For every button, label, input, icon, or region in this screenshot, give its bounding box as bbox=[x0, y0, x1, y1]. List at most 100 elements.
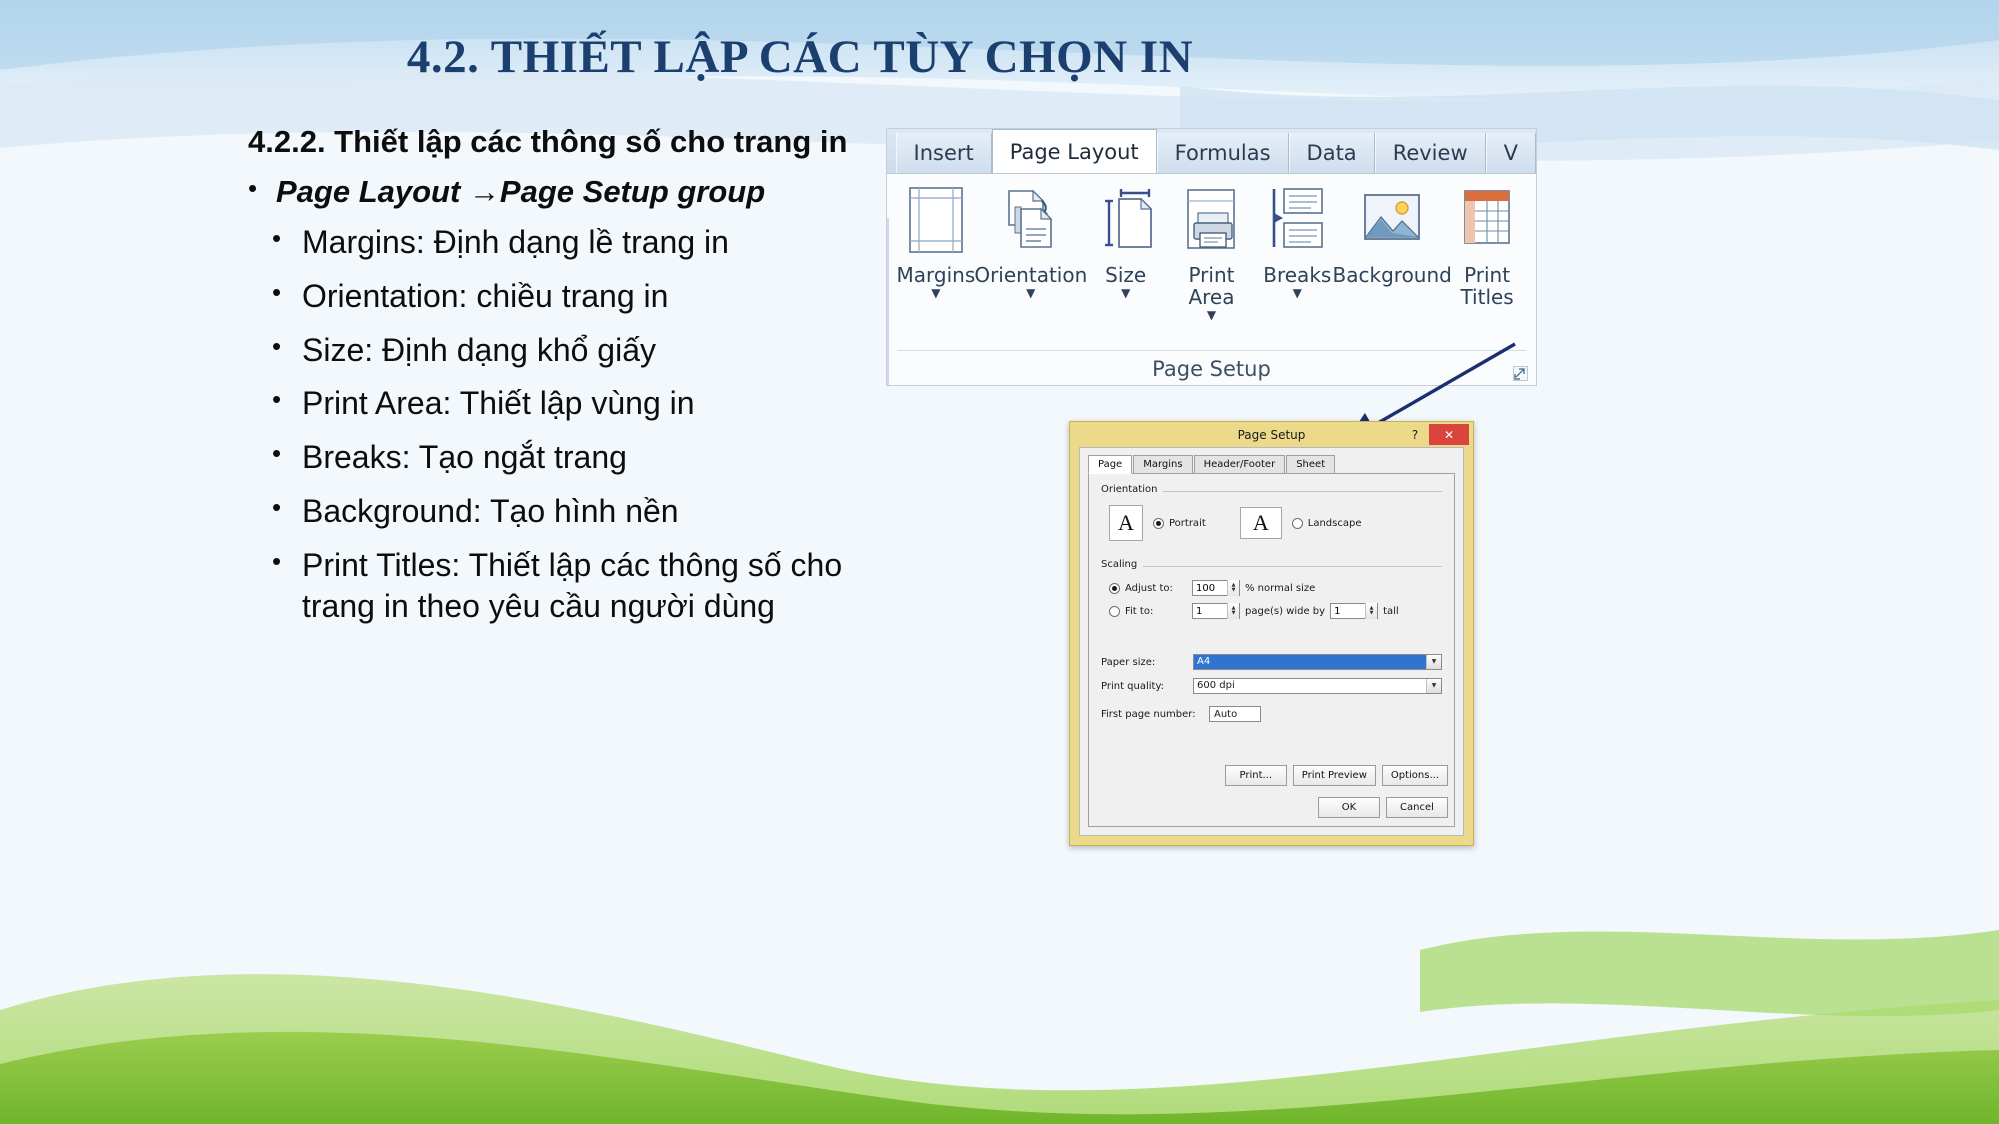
portrait-radio-row[interactable]: Portrait bbox=[1153, 517, 1206, 529]
list-item-label: Orientation: chiều trang in bbox=[302, 277, 669, 314]
adjust-to-row[interactable]: Adjust to: ▲▼ % normal size bbox=[1109, 580, 1438, 596]
dialog-tab-page[interactable]: Page bbox=[1088, 455, 1133, 474]
first-page-number-row: First page number: Auto bbox=[1101, 706, 1442, 722]
list-item: • Print Area: Thiết lập vùng in bbox=[272, 383, 888, 424]
scaling-fieldset: Scaling Adjust to: ▲▼ % normal size bbox=[1101, 559, 1442, 630]
tab-formulas[interactable]: Formulas bbox=[1156, 133, 1289, 173]
bullet-icon: • bbox=[272, 330, 282, 361]
ribbon-button-orientation[interactable]: Orientation ▼ bbox=[974, 178, 1087, 299]
adjust-to-stepper[interactable]: ▲▼ bbox=[1192, 580, 1240, 596]
fit-to-radio[interactable] bbox=[1109, 605, 1120, 617]
portrait-radio[interactable] bbox=[1153, 517, 1164, 529]
list-item: • Breaks: Tạo ngắt trang bbox=[272, 437, 888, 478]
help-icon[interactable]: ? bbox=[1403, 425, 1427, 444]
print-quality-value: 600 dpi bbox=[1197, 680, 1235, 691]
tab-page-layout[interactable]: Page Layout bbox=[991, 129, 1157, 173]
slide-body-content: 4.2.2. Thiết lập các thông số cho trang … bbox=[248, 122, 888, 640]
landscape-radio[interactable] bbox=[1291, 517, 1303, 529]
ok-button[interactable]: OK bbox=[1318, 797, 1380, 818]
dialog-ok-cancel-buttons: OK Cancel bbox=[1318, 797, 1448, 818]
list-item-label: Breaks: Tạo ngắt trang bbox=[302, 439, 627, 476]
fit-to-row[interactable]: Fit to: ▲▼ page(s) wide by ▲▼ tall bbox=[1109, 603, 1438, 619]
dialog-tab-header-footer[interactable]: Header/Footer bbox=[1193, 455, 1286, 473]
list-item-label: Print Titles: Thiết lập các thông số cho bbox=[302, 547, 843, 584]
orientation-legend: Orientation bbox=[1101, 484, 1164, 495]
orientation-icon bbox=[1001, 184, 1061, 256]
ribbon-button-label: Print Area bbox=[1188, 263, 1235, 309]
fit-wide-input[interactable] bbox=[1193, 604, 1227, 618]
list-item: • Print Titles: Thiết lập các thông số c… bbox=[272, 545, 888, 627]
fit-to-mid-label: page(s) wide by bbox=[1245, 605, 1326, 617]
options-button[interactable]: Options... bbox=[1381, 765, 1448, 786]
stepper-arrows-icon[interactable]: ▲ ▼ bbox=[1227, 603, 1239, 619]
stepper-arrows-icon[interactable]: ▲ ▼ bbox=[1227, 580, 1239, 596]
tab-data[interactable]: Data bbox=[1288, 133, 1375, 173]
fit-to-suffix: tall bbox=[1383, 605, 1399, 617]
fit-wide-stepper[interactable]: ▲▼ bbox=[1192, 603, 1240, 619]
dialog-action-buttons: Print... Print Preview Options... bbox=[1224, 765, 1448, 786]
chevron-down-icon[interactable]: ▼ bbox=[1426, 679, 1441, 693]
content-subheading-row: • Page Layout →Page Setup group bbox=[248, 172, 888, 212]
tab-insert[interactable]: Insert bbox=[895, 133, 992, 173]
ribbon-button-background[interactable]: Background bbox=[1333, 178, 1452, 286]
background-icon bbox=[1361, 184, 1423, 256]
ribbon-button-margins[interactable]: Margins ▼ bbox=[893, 178, 979, 299]
dialog-tab-margins[interactable]: Margins bbox=[1133, 455, 1193, 473]
dialog-tab-strip: Page Margins Header/Footer Sheet bbox=[1088, 455, 1455, 474]
adjust-to-label: Adjust to: bbox=[1125, 582, 1173, 594]
page-setup-group-buttons: Margins ▼ Orientation ▼ Size ▼ Print Are… bbox=[887, 178, 1536, 338]
ribbon-button-size[interactable]: Size ▼ bbox=[1083, 178, 1169, 299]
chevron-down-icon[interactable]: ▼ bbox=[1026, 287, 1035, 299]
ribbon-body: Margins ▼ Orientation ▼ Size ▼ Print Are… bbox=[887, 173, 1536, 385]
cancel-button[interactable]: Cancel bbox=[1386, 797, 1448, 818]
print-preview-button[interactable]: Print Preview bbox=[1292, 765, 1376, 786]
dialog-title: Page Setup bbox=[1237, 427, 1306, 442]
dialog-launcher-icon[interactable] bbox=[1513, 366, 1528, 381]
content-heading: 4.2.2. Thiết lập các thông số cho trang … bbox=[248, 124, 848, 159]
print-quality-row: Print quality: 600 dpi ▼ bbox=[1101, 678, 1442, 694]
print-quality-select[interactable]: 600 dpi ▼ bbox=[1193, 678, 1442, 694]
stepper-arrows-icon[interactable]: ▲ ▼ bbox=[1365, 603, 1378, 619]
slide-title-block: 4.2. THIẾT LẬP CÁC TÙY CHỌN IN bbox=[0, 30, 1600, 84]
list-item-label: Margins: Định dạng lề trang in bbox=[302, 223, 729, 260]
excel-ribbon-screenshot: Insert Page Layout Formulas Data Review … bbox=[886, 128, 1537, 386]
orientation-fieldset: Orientation A Portrait A Landscape bbox=[1101, 484, 1442, 545]
slide-canvas: 4.2. THIẾT LẬP CÁC TÙY CHỌN IN 4.2.2. Th… bbox=[0, 0, 1999, 1124]
chevron-down-icon[interactable]: ▼ bbox=[1207, 309, 1216, 321]
fit-to-label: Fit to: bbox=[1125, 605, 1154, 617]
portrait-label: Portrait bbox=[1169, 517, 1206, 529]
landscape-radio-row[interactable]: Landscape bbox=[1291, 517, 1362, 529]
dialog-tab-sheet[interactable]: Sheet bbox=[1286, 455, 1336, 473]
ribbon-button-print-area[interactable]: Print Area ▼ bbox=[1169, 178, 1255, 321]
print-button[interactable]: Print... bbox=[1224, 765, 1287, 786]
list-item-label: Background: Tạo hình nền bbox=[302, 493, 679, 530]
tab-review[interactable]: Review bbox=[1374, 133, 1486, 173]
chevron-down-icon[interactable]: ▼ bbox=[931, 287, 940, 299]
adjust-to-radio[interactable] bbox=[1109, 582, 1120, 594]
breaks-icon bbox=[1268, 184, 1326, 256]
adjust-to-input[interactable] bbox=[1193, 581, 1227, 595]
ribbon-button-print-titles[interactable]: Print Titles bbox=[1444, 178, 1530, 308]
landscape-preview-icon: A bbox=[1239, 507, 1282, 539]
paper-size-select[interactable]: A4 ▼ bbox=[1193, 654, 1442, 670]
list-item-label: Print Area: Thiết lập vùng in bbox=[302, 385, 695, 422]
fit-tall-input[interactable] bbox=[1331, 604, 1366, 618]
chevron-down-icon[interactable]: ▼ bbox=[1121, 287, 1130, 299]
first-page-number-label: First page number: bbox=[1101, 708, 1196, 720]
ribbon-button-label: Print Titles bbox=[1460, 263, 1514, 309]
fit-tall-stepper[interactable]: ▲▼ bbox=[1330, 603, 1379, 619]
tab-view[interactable]: V bbox=[1485, 133, 1536, 173]
ribbon-button-label: Orientation bbox=[974, 263, 1088, 287]
dialog-body: Page Margins Header/Footer Sheet Orienta… bbox=[1079, 447, 1464, 836]
paper-size-value: A4 bbox=[1194, 655, 1426, 669]
first-page-number-input[interactable]: Auto bbox=[1209, 706, 1261, 722]
page-title: 4.2. THIẾT LẬP CÁC TÙY CHỌN IN bbox=[406, 31, 1194, 83]
chevron-down-icon[interactable]: ▼ bbox=[1426, 655, 1441, 669]
paper-size-label: Paper size: bbox=[1101, 656, 1156, 668]
ribbon-button-breaks[interactable]: Breaks ▼ bbox=[1254, 178, 1340, 299]
close-icon[interactable]: ✕ bbox=[1429, 424, 1469, 445]
list-item: • Orientation: chiều trang in bbox=[272, 276, 888, 317]
scaling-legend: Scaling bbox=[1101, 559, 1144, 570]
chevron-down-icon[interactable]: ▼ bbox=[1293, 287, 1302, 299]
dialog-page-panel: Orientation A Portrait A Landscape Scali… bbox=[1088, 474, 1455, 827]
